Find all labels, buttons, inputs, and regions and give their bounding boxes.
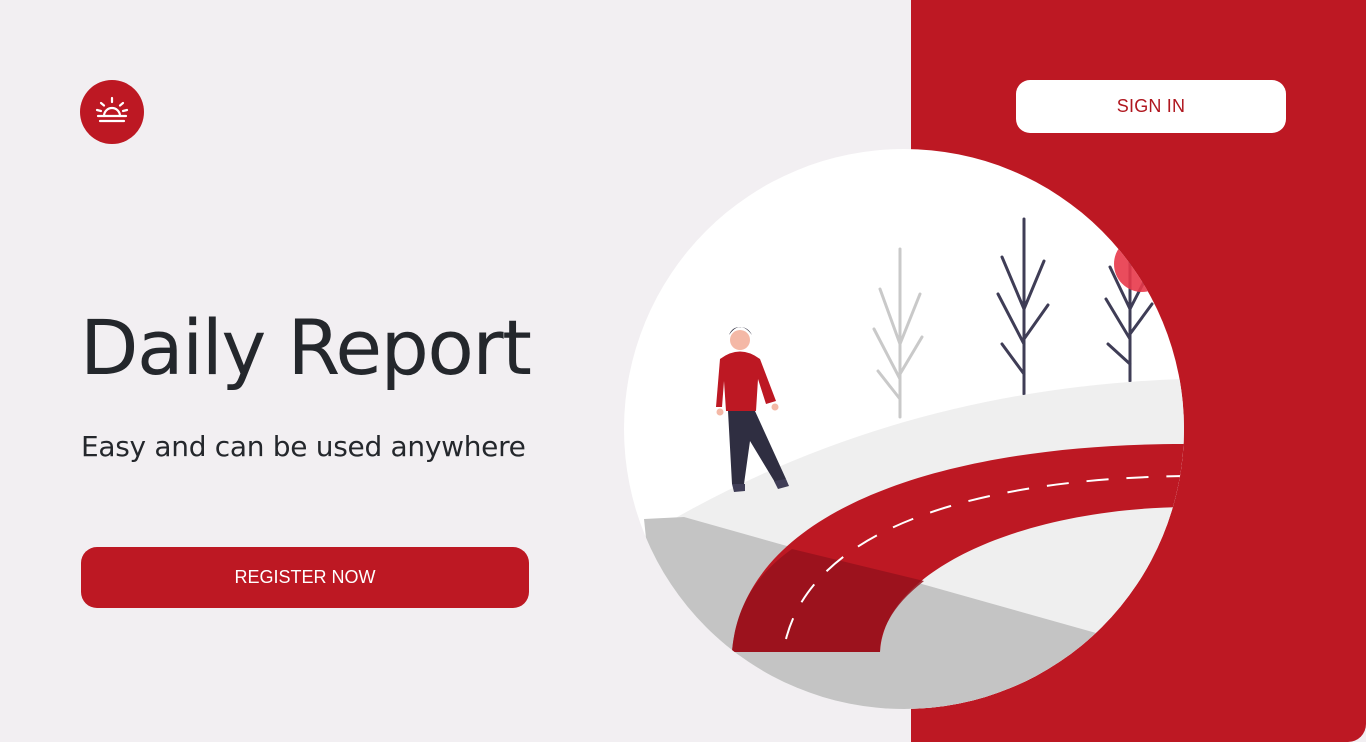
app-logo[interactable] bbox=[80, 80, 144, 144]
sign-in-button[interactable]: SIGN IN bbox=[1016, 80, 1286, 133]
red-tree-top bbox=[1114, 236, 1170, 292]
hero-illustration bbox=[624, 149, 1184, 709]
landing-page: SIGN IN Daily Report Easy and can be use… bbox=[0, 0, 1366, 742]
page-title: Daily Report bbox=[80, 303, 532, 392]
register-now-button[interactable]: REGISTER NOW bbox=[81, 547, 529, 608]
page-subtitle: Easy and can be used anywhere bbox=[81, 430, 526, 463]
sunrise-icon bbox=[95, 96, 129, 123]
